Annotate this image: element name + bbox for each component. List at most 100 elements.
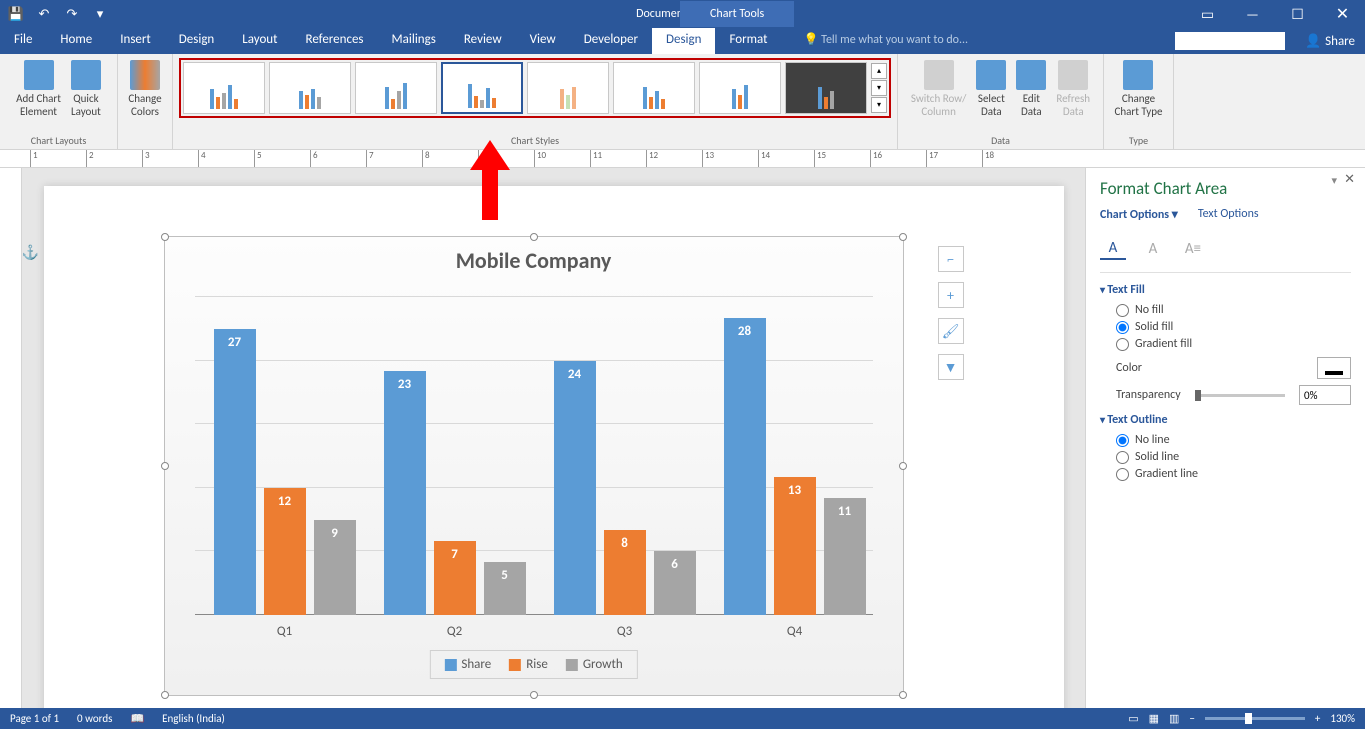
chart-style-3[interactable] — [355, 62, 437, 114]
change-colors-button[interactable]: Change Colors — [124, 58, 165, 120]
layout-options-icon[interactable]: ⌐ — [938, 246, 964, 272]
tab-view[interactable]: View — [516, 28, 570, 54]
select-data-button[interactable]: Select Data — [972, 58, 1010, 120]
change-chart-type-button[interactable]: Change Chart Type — [1110, 58, 1166, 120]
chart-object[interactable]: Mobile Company 27129Q12375Q22486Q3281311… — [164, 236, 904, 696]
quick-layout-button[interactable]: Quick Layout — [67, 58, 105, 120]
chart-style-8[interactable] — [785, 62, 867, 114]
chart-legend[interactable]: Share Rise Growth — [429, 650, 637, 679]
tab-file[interactable]: File — [0, 28, 46, 54]
pane-close-icon[interactable]: ✕ — [1344, 172, 1355, 187]
solid-line-radio[interactable]: Solid line — [1116, 450, 1351, 464]
word-count[interactable]: 0 words — [77, 712, 112, 725]
text-fill-outline-icon[interactable]: A — [1100, 238, 1126, 260]
language-indicator[interactable]: English (India) — [162, 712, 225, 725]
print-layout-icon[interactable]: ▦ — [1149, 712, 1159, 725]
text-effects-icon[interactable]: A — [1140, 238, 1166, 260]
tab-design-doc[interactable]: Design — [165, 28, 228, 54]
gradient-fill-radio[interactable]: Gradient fill — [1116, 337, 1351, 351]
plot-area[interactable]: 27129Q12375Q22486Q3281311Q4 — [195, 297, 873, 615]
chart-tools-contextual-tab: Chart Tools — [680, 1, 794, 27]
chart-options-tab[interactable]: Chart Options ▾ — [1100, 207, 1178, 222]
bar-growth[interactable]: 11 — [824, 498, 866, 615]
tab-references[interactable]: References — [292, 28, 378, 54]
document-canvas[interactable]: ⚓ Mobile Company 27129Q12375Q224 — [22, 168, 1085, 728]
tab-review[interactable]: Review — [450, 28, 516, 54]
bar-share[interactable]: 27 — [214, 329, 256, 615]
chart-filters-icon[interactable]: ▼ — [938, 354, 964, 380]
horizontal-ruler[interactable]: 1234 5678 9101112 13141516 1718 — [0, 150, 1365, 168]
bar-growth[interactable]: 6 — [654, 551, 696, 615]
tab-home[interactable]: Home — [46, 28, 106, 54]
text-fill-section[interactable]: Text Fill — [1100, 283, 1351, 297]
no-fill-radio[interactable]: No fill — [1116, 303, 1351, 317]
tab-insert[interactable]: Insert — [106, 28, 165, 54]
close-icon[interactable]: ✕ — [1320, 0, 1365, 28]
transparency-input[interactable] — [1299, 385, 1351, 405]
legend-item[interactable]: Growth — [566, 657, 623, 672]
chart-style-7[interactable] — [699, 62, 781, 114]
edit-data-button[interactable]: Edit Data — [1012, 58, 1050, 120]
gradient-line-radio[interactable]: Gradient line — [1116, 467, 1351, 481]
gallery-more-icon[interactable]: ▾ — [871, 97, 887, 113]
zoom-level[interactable]: 130% — [1330, 712, 1355, 725]
save-icon[interactable]: 💾 — [8, 6, 24, 22]
chart-title[interactable]: Mobile Company — [165, 237, 903, 280]
bar-share[interactable]: 23 — [384, 371, 426, 615]
transparency-slider[interactable] — [1195, 394, 1285, 397]
qat-customize-icon[interactable]: ▾ — [92, 6, 108, 22]
read-mode-icon[interactable]: ▭ — [1128, 712, 1138, 725]
chart-style-6[interactable] — [613, 62, 695, 114]
chart-style-2[interactable] — [269, 62, 351, 114]
zoom-out-icon[interactable]: − — [1189, 712, 1194, 725]
legend-item[interactable]: Share — [444, 657, 491, 672]
tab-chart-design[interactable]: Design — [652, 28, 715, 54]
tab-chart-format[interactable]: Format — [715, 28, 781, 54]
bar-share[interactable]: 28 — [724, 318, 766, 615]
redo-icon[interactable]: ↷ — [64, 6, 80, 22]
gallery-row-down-icon[interactable]: ▾ — [871, 80, 887, 96]
zoom-slider[interactable] — [1205, 717, 1305, 720]
color-picker[interactable] — [1317, 357, 1351, 379]
undo-icon[interactable]: ↶ — [36, 6, 52, 22]
tab-layout[interactable]: Layout — [228, 28, 291, 54]
maximize-icon[interactable]: ☐ — [1275, 0, 1320, 28]
text-outline-section[interactable]: Text Outline — [1100, 413, 1351, 427]
add-chart-element-button[interactable]: Add Chart Element — [12, 58, 65, 120]
ribbon-display-options-icon[interactable]: ▭ — [1185, 0, 1230, 28]
web-layout-icon[interactable]: ▥ — [1169, 712, 1179, 725]
zoom-in-icon[interactable]: + — [1315, 712, 1320, 725]
bar-rise[interactable]: 12 — [264, 488, 306, 615]
bar-rise[interactable]: 8 — [604, 530, 646, 615]
tab-mailings[interactable]: Mailings — [378, 28, 450, 54]
chart-styles-icon[interactable]: 🖌 — [938, 318, 964, 344]
switch-row-column-button: Switch Row/ Column — [907, 58, 970, 120]
legend-item[interactable]: Rise — [509, 657, 548, 672]
textbox-icon[interactable]: A≡ — [1180, 238, 1206, 260]
text-options-tab[interactable]: Text Options — [1198, 207, 1259, 222]
data-label: 6 — [654, 557, 696, 572]
category-group: 2375Q2 — [375, 297, 535, 615]
tab-developer[interactable]: Developer — [570, 28, 652, 54]
solid-fill-radio[interactable]: Solid fill — [1116, 320, 1351, 334]
chart-elements-icon[interactable]: + — [938, 282, 964, 308]
chart-style-1[interactable] — [183, 62, 265, 114]
vertical-ruler[interactable] — [0, 168, 22, 728]
gallery-row-up-icon[interactable]: ▴ — [871, 63, 887, 79]
no-line-radio[interactable]: No line — [1116, 433, 1351, 447]
bar-share[interactable]: 24 — [554, 361, 596, 615]
search-box[interactable] — [1175, 32, 1285, 50]
share-button[interactable]: 👤 Share — [1295, 30, 1365, 53]
page-indicator[interactable]: Page 1 of 1 — [10, 712, 59, 725]
tell-me-search[interactable]: 💡 Tell me what you want to do... — [794, 28, 979, 54]
bar-growth[interactable]: 9 — [314, 520, 356, 615]
category-label: Q3 — [545, 624, 705, 639]
bar-growth[interactable]: 5 — [484, 562, 526, 615]
spellcheck-icon[interactable]: 📖 — [130, 712, 144, 725]
chart-style-5[interactable] — [527, 62, 609, 114]
bar-rise[interactable]: 7 — [434, 541, 476, 615]
bar-rise[interactable]: 13 — [774, 477, 816, 615]
chart-style-4-selected[interactable] — [441, 62, 523, 114]
minimize-icon[interactable]: — — [1230, 0, 1275, 28]
pane-options-icon[interactable]: ▾ — [1331, 174, 1337, 187]
